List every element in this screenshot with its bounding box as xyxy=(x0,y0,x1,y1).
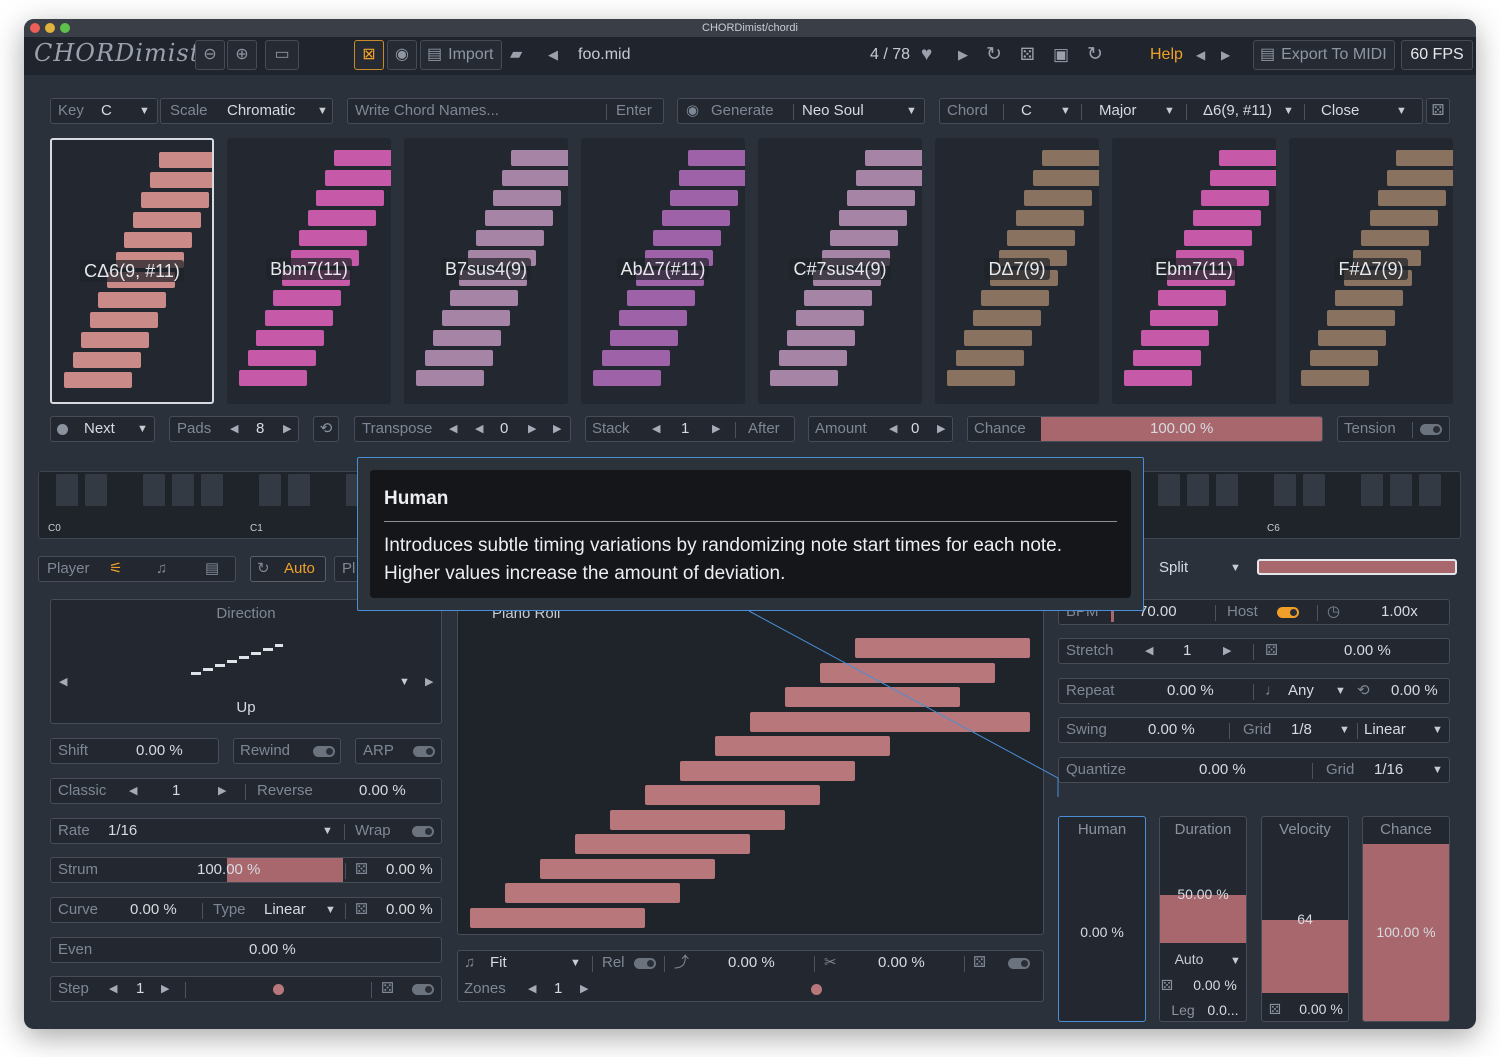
tooltip-text: Introduces subtle timing variations by r… xyxy=(384,532,1117,588)
app-window: CHORDimist/chordi CHORDimist ⊖ ⊕ ▭ ⊠ ◉ ▤… xyxy=(24,19,1476,1029)
tooltip-body: Human Introduces subtle timing variation… xyxy=(370,470,1131,598)
tooltip-line-1: Introduces subtle timing variations by r… xyxy=(384,535,1063,556)
tooltip-divider xyxy=(384,521,1117,522)
tooltip-title: Human xyxy=(384,488,449,509)
tooltip-line-2: Higher values increase the amount of dev… xyxy=(384,563,786,584)
human-tooltip: Human Introduces subtle timing variation… xyxy=(357,457,1144,611)
